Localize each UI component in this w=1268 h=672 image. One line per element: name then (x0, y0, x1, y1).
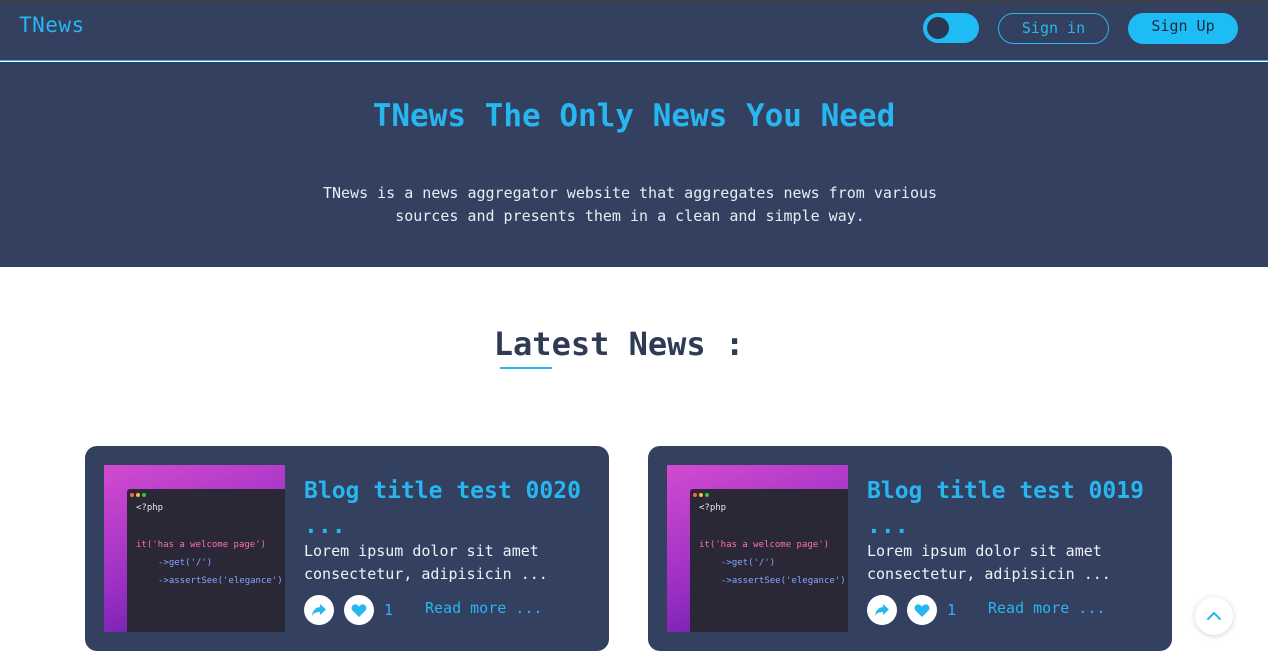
hero-section: TNews The Only News You Need TNews is a … (0, 62, 1268, 267)
share-icon (312, 604, 326, 616)
news-card: <?php it('has a welcome page') ->get('/'… (648, 446, 1172, 651)
toggle-knob (927, 17, 949, 39)
code-line: it('has a welcome page') (699, 540, 830, 550)
code-line: <?php (136, 503, 164, 513)
latest-news-heading: Latest News : (493, 325, 745, 363)
card-title[interactable]: Blog title test 0019 ... (867, 474, 1157, 544)
navbar: TNews Sign in Sign Up (0, 3, 1268, 61)
share-button[interactable] (867, 595, 897, 625)
read-more-link[interactable]: Read more ... (988, 599, 1105, 617)
code-window: <?php it('has a welcome page') ->get('/'… (690, 489, 848, 632)
share-button[interactable] (304, 595, 334, 625)
hero-description: TNews is a news aggregator website that … (322, 184, 938, 225)
like-button[interactable] (907, 595, 937, 625)
code-line: <?php (699, 503, 727, 513)
code-line: ->get('/') (158, 558, 213, 568)
brand-logo[interactable]: TNews (19, 13, 85, 37)
theme-toggle[interactable] (923, 13, 979, 43)
sign-in-button[interactable]: Sign in (998, 13, 1109, 44)
like-button[interactable] (344, 595, 374, 625)
like-count: 1 (947, 601, 957, 619)
code-line: ->assertSee('elegance') (158, 576, 283, 586)
sign-up-button[interactable]: Sign Up (1128, 13, 1238, 44)
card-thumbnail: <?php it('has a welcome page') ->get('/'… (104, 465, 285, 632)
scroll-to-top-button[interactable] (1195, 597, 1233, 635)
card-thumbnail: <?php it('has a welcome page') ->get('/'… (667, 465, 848, 632)
news-card: <?php it('has a welcome page') ->get('/'… (85, 446, 609, 651)
card-excerpt: Lorem ipsum dolor sit amet consectetur, … (867, 542, 1111, 583)
share-icon (875, 604, 889, 616)
code-window: <?php it('has a welcome page') ->get('/'… (127, 489, 285, 632)
hero-title: TNews The Only News You Need (372, 98, 896, 134)
window-dots (693, 493, 709, 497)
chevron-up-icon (1207, 612, 1221, 620)
heart-icon (914, 603, 930, 617)
like-count: 1 (384, 601, 394, 619)
heart-icon (351, 603, 367, 617)
heading-underline (500, 367, 552, 369)
code-line: ->assertSee('elegance') (721, 576, 846, 586)
code-line: it('has a welcome page') (136, 540, 267, 550)
card-excerpt: Lorem ipsum dolor sit amet consectetur, … (304, 542, 548, 583)
read-more-link[interactable]: Read more ... (425, 599, 542, 617)
card-title[interactable]: Blog title test 0020 ... (304, 474, 594, 544)
window-dots (130, 493, 146, 497)
code-line: ->get('/') (721, 558, 776, 568)
